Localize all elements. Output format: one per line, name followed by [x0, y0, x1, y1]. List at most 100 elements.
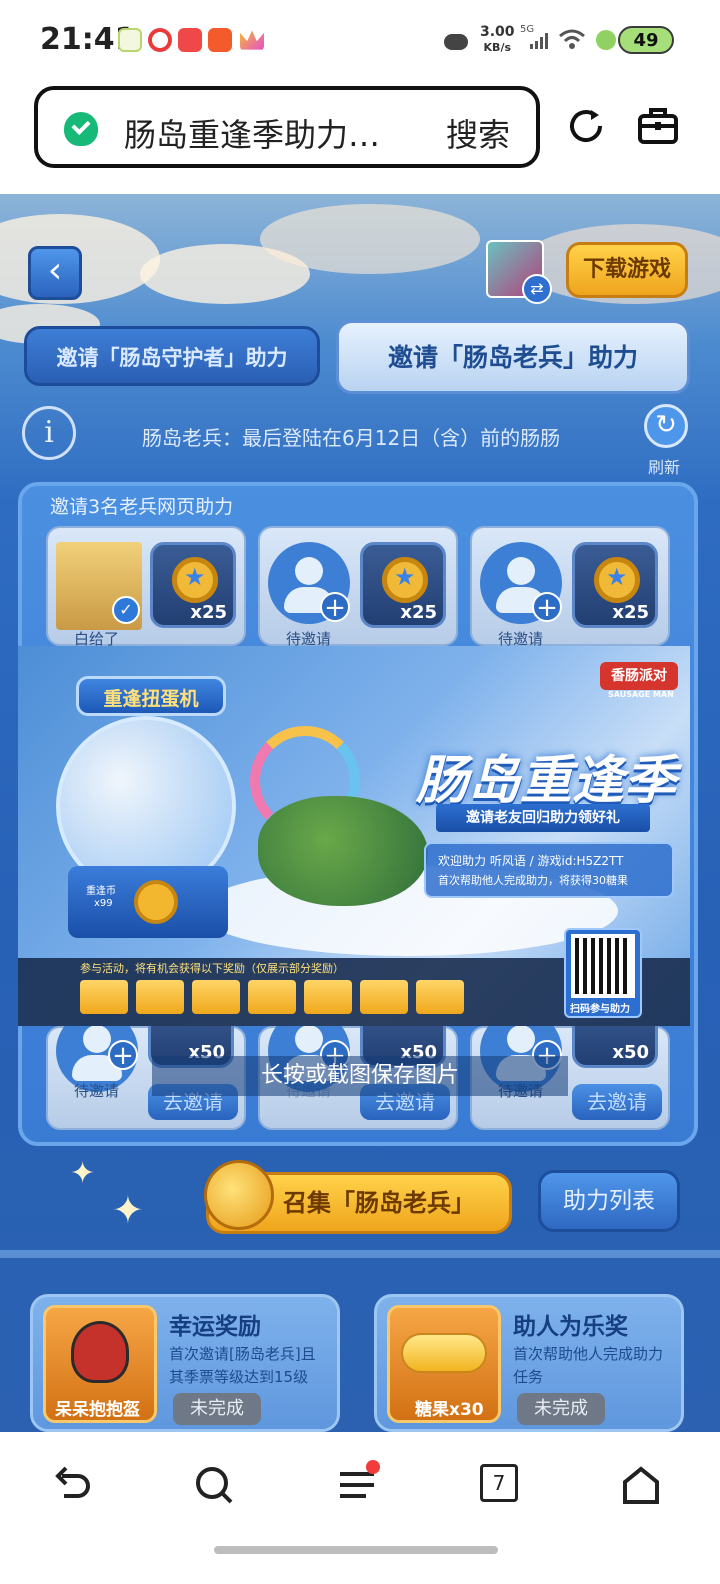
- brand-name: 香肠派对: [611, 668, 667, 684]
- item-name: 糖果x30: [415, 1400, 484, 1420]
- machine-label: 重逢扭蛋机: [76, 676, 226, 716]
- sparkle-icon: ✦: [112, 1188, 144, 1232]
- gesture-bar[interactable]: [214, 1546, 498, 1554]
- search-icon[interactable]: [193, 1464, 235, 1506]
- add-icon[interactable]: +: [320, 592, 350, 622]
- star-coin-icon: [172, 557, 218, 603]
- home-icon[interactable]: [620, 1464, 662, 1506]
- map-pin-icon: [148, 28, 172, 52]
- brand-en: SAUSAGE MAN: [608, 690, 674, 699]
- megaphone-icon: [204, 1160, 274, 1230]
- info-text: 肠岛老兵：最后登陆在6月12日（含）前的肠肠: [142, 426, 561, 450]
- reward-count: x25: [400, 602, 437, 623]
- reward-thumb: [360, 980, 408, 1014]
- item-name: 呆呆抱抱盔: [55, 1400, 140, 1420]
- info-icon[interactable]: i: [22, 406, 76, 460]
- reward-card-lucky: 呆呆抱抱盔 幸运奖励 首次邀请[肠岛老兵]且其季票等级达到15级 未完成: [30, 1294, 340, 1432]
- machine-badge: 重逢币: [86, 886, 116, 897]
- refresh-icon: ↻: [655, 410, 677, 440]
- crown-icon: [240, 30, 264, 50]
- brand-logo: 香肠派对: [600, 662, 678, 690]
- divider: [0, 1250, 720, 1258]
- cloud-status-icon: [444, 34, 468, 50]
- download-game-button[interactable]: 下载游戏: [566, 242, 688, 298]
- invite-card: + x25 待邀请: [470, 526, 670, 648]
- star-coin-icon: [594, 557, 640, 603]
- app-icon-red: [178, 28, 202, 52]
- refresh-label: 刷新: [648, 458, 681, 477]
- section-title: 邀请3名老兵网页助力: [50, 496, 234, 518]
- friend-name: 待邀请: [74, 1082, 120, 1100]
- tab-veteran[interactable]: 邀请「肠岛老兵」助力: [336, 320, 690, 394]
- tab-guardian[interactable]: 邀请「肠岛守护者」助力: [24, 326, 320, 386]
- speed-value: 3.00: [480, 24, 515, 40]
- helmet-icon: [71, 1321, 129, 1383]
- qr-caption: 扫码参与助力: [570, 1004, 630, 1015]
- back-arrow-icon[interactable]: [50, 1464, 92, 1506]
- reward-title: 助人为乐奖: [513, 1314, 628, 1340]
- island: [258, 796, 428, 906]
- welcome-text: 欢迎助力 听风语 / 游戏id:H5Z2TT: [438, 854, 624, 868]
- star-coin-icon: [382, 557, 428, 603]
- search-button[interactable]: 搜索: [446, 110, 510, 156]
- check-icon: ✓: [112, 596, 140, 624]
- address-bar[interactable]: 肠岛重逢季助力… 搜索: [34, 86, 540, 168]
- switch-account-icon[interactable]: ⇄: [522, 274, 552, 304]
- reward-thumb: [136, 980, 184, 1014]
- reward-box: x25: [150, 542, 236, 628]
- help-list-button[interactable]: 助力列表: [538, 1170, 680, 1232]
- candy-icon: [401, 1333, 487, 1373]
- app-notification-icon: [118, 28, 142, 52]
- tab-count: 7: [492, 1471, 506, 1495]
- secure-shield-icon: [64, 112, 98, 146]
- reward-desc: 首次邀请[肠岛老兵]且其季票等级达到15级: [169, 1345, 316, 1386]
- invite-button[interactable]: 去邀请: [572, 1084, 662, 1120]
- page-title[interactable]: 肠岛重逢季助力…: [124, 110, 380, 156]
- share-poster[interactable]: 重逢扭蛋机 重逢币 x99 香肠派对 SAUSAGE MAN 肠岛重逢季 邀请老…: [18, 646, 690, 1026]
- reward-box: x25: [572, 542, 658, 628]
- refresh-button[interactable]: ↻: [644, 404, 688, 448]
- tabs-button[interactable]: 7: [480, 1464, 518, 1502]
- rewards-caption: 参与活动，将有机会获得以下奖励（仅展示部分奖励）: [80, 962, 344, 975]
- speed-unit: KB/s: [483, 41, 512, 54]
- machine-count: x99: [94, 898, 113, 909]
- reward-thumb: [80, 980, 128, 1014]
- reward-count: x25: [190, 602, 227, 623]
- welcome-box: [424, 842, 674, 898]
- browser-bottom-bar: [0, 1432, 720, 1584]
- help-reward-text: 首次帮助他人完成助力，将获得30糖果: [438, 874, 628, 887]
- event-subtitle: 邀请老友回归助力领好礼: [436, 804, 650, 832]
- battery-indicator: 49: [618, 26, 674, 54]
- status-bar: 21:41 3.00 KB/s 5G 49: [0, 0, 720, 80]
- qr-code: [571, 934, 635, 998]
- event-title: 肠岛重逢季: [416, 751, 677, 811]
- toolbox-icon[interactable]: [636, 104, 680, 148]
- back-button[interactable]: ‹: [28, 246, 82, 300]
- reward-count: x50: [612, 1042, 649, 1063]
- reload-icon[interactable]: [564, 104, 608, 148]
- invite-card: + x25 待邀请: [258, 526, 458, 648]
- gather-label: 召集「肠岛老兵」: [283, 1189, 475, 1217]
- app-icon-orange: [208, 28, 232, 52]
- status-badge: 未完成: [173, 1393, 261, 1425]
- reward-desc: 首次帮助他人完成助力任务: [513, 1345, 664, 1386]
- reward-thumb: [304, 980, 352, 1014]
- reward-thumb: [248, 980, 296, 1014]
- reward-count: x25: [612, 602, 649, 623]
- status-badge: 未完成: [517, 1393, 605, 1425]
- reward-thumb: [416, 980, 464, 1014]
- network-speed: 3.00 KB/s: [480, 24, 515, 56]
- wifi-icon: [559, 29, 585, 49]
- signal-icon: [530, 33, 548, 49]
- add-icon[interactable]: +: [532, 592, 562, 622]
- notification-dot: [366, 1460, 380, 1474]
- sparkle-icon: ✦: [70, 1156, 96, 1191]
- reward-card-helper: 糖果x30 助人为乐奖 首次帮助他人完成助力任务 未完成: [374, 1294, 684, 1432]
- dots-icon: [596, 30, 616, 50]
- reward-title: 幸运奖励: [169, 1314, 261, 1340]
- invite-card: ✓ x25 白给了: [46, 526, 246, 648]
- save-image-hint: 长按或截图保存图片: [152, 1056, 568, 1096]
- add-icon[interactable]: +: [108, 1040, 138, 1070]
- chevron-left-icon: ‹: [47, 250, 63, 291]
- reward-box: x25: [360, 542, 446, 628]
